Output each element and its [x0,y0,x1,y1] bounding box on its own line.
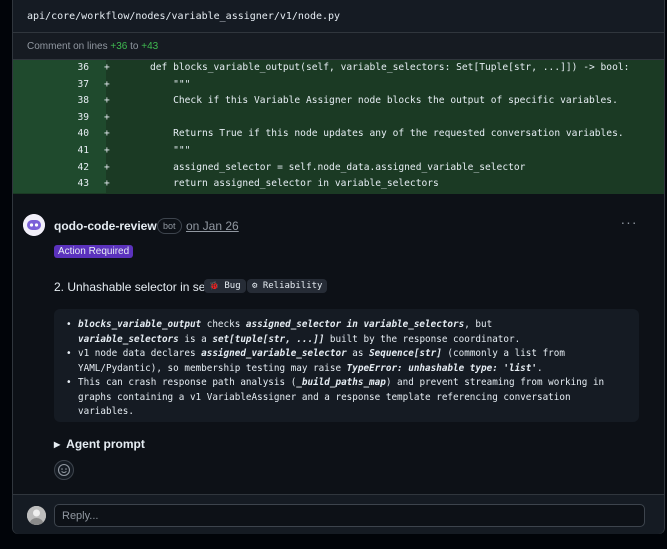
add-reaction-button[interactable] [54,460,74,480]
code-ref: set[tuple[str, ...]] [212,333,325,345]
code-ref: TypeError: unhashable type: 'list' [346,362,537,374]
diff-line: 40 + Returns True if this node updates a… [13,126,664,143]
file-path-link[interactable]: api/core/workflow/nodes/variable_assigne… [27,11,340,22]
comment-date-link[interactable]: on Jan 26 [186,219,239,233]
comment-lines-to: +43 [141,41,159,52]
gear-icon: ⚙ [252,281,258,291]
tag-label: Bug [224,281,241,291]
review-comment: qodo-code-review bot on Jan 26 ··· Actio… [13,194,664,494]
avatar[interactable] [23,214,45,236]
issue-details: blocks_variable_output checks assigned_s… [54,309,639,422]
comment-lines-from: +36 [110,41,128,52]
diff-code: Check if this Variable Assigner node blo… [150,95,618,107]
diff-code: return assigned_selector in variable_sel… [150,178,439,190]
agent-prompt-label: Agent prompt [66,437,145,451]
smiley-icon [57,463,71,477]
diff-line: 41 + """ [13,143,664,160]
reply-input[interactable] [54,504,645,527]
code-ref: _build_paths_map [296,377,386,388]
diff-sign: + [104,128,110,140]
diff-sign: + [104,62,110,73]
line-number[interactable]: 39 [13,109,106,127]
text: is a [178,333,213,345]
tag-label: Reliability [262,281,323,291]
diff-line: 39 + [13,109,664,127]
text: , but [464,319,493,330]
author-link[interactable]: qodo-code-review [54,219,157,233]
comment-lines-header: Comment on lines +36 to +43 [13,33,664,60]
diff-code: assigned_selector = self.node_data.assig… [150,161,526,173]
text: . [536,362,543,374]
file-header: api/core/workflow/nodes/variable_assigne… [13,0,664,33]
bug-icon: 🐞 [209,281,219,290]
diff-line: 38 + Check if this Variable Assigner nod… [13,93,664,110]
bot-badge: bot [157,218,182,234]
reply-area [13,494,664,534]
text: v1 node data declares [78,348,202,359]
diff-code: def blocks_variable_output(self, variabl… [150,62,630,73]
issue-title: 2. Unhashable selector in set [54,280,209,294]
diff-line: 43 + return assigned_selector in variabl… [13,176,664,193]
comment-lines-sep: to [130,41,139,52]
reliability-tag: ⚙ Reliability [247,279,328,293]
action-required-badge: Action Required [54,245,134,258]
diff-sign: + [104,111,110,123]
comment-lines-text: Comment on lines +36 to +43 [27,41,158,52]
diff-line: 36 + def blocks_variable_output(self, va… [13,60,664,77]
text: checks [201,319,246,330]
bug-tag: 🐞 Bug [204,279,246,293]
line-number[interactable]: 38 [13,93,106,110]
code-ref: blocks_variable_output [78,319,202,330]
code-ref: Sequence[str] [369,348,442,359]
kebab-horizontal-icon: ··· [620,214,638,230]
code-ref: variable_selectors [78,333,179,345]
line-number[interactable]: 42 [13,159,106,177]
review-comment-card: api/core/workflow/nodes/variable_assigne… [12,0,665,534]
text: This can crash response path analysis ( [78,377,297,388]
line-number[interactable]: 43 [13,176,106,193]
list-item: v1 node data declares assigned_variable_… [65,347,631,376]
line-number[interactable]: 41 [13,143,106,160]
diff-line: 42 + assigned_selector = self.node_data.… [13,159,664,177]
diff-code: Returns True if this node updates any of… [150,128,624,140]
user-avatar-icon [27,506,46,525]
diff-sign: + [104,95,110,107]
triangle-right-icon: ▶ [54,440,61,449]
diff-code: """ [150,78,191,90]
diff-sign: + [104,78,110,90]
text: built by the response coordinator. [324,333,521,345]
list-item: blocks_variable_output checks assigned_s… [65,318,631,347]
code-ref: assigned_variable_selector [201,348,347,359]
diff-sign: + [104,178,110,190]
more-options-button[interactable]: ··· [619,214,639,232]
code-ref: assigned_selector in variable_selectors [245,319,465,330]
line-number[interactable]: 37 [13,76,106,94]
agent-prompt-toggle[interactable]: ▶ Agent prompt [54,437,145,451]
diff-line: 37 + """ [13,76,664,94]
issue-bullets: blocks_variable_output checks assigned_s… [65,318,631,420]
text: as [346,348,370,359]
diff-hunk: 36 + def blocks_variable_output(self, va… [13,60,664,194]
qodo-logo-icon [23,214,45,236]
diff-sign: + [104,161,110,173]
comment-lines-prefix: Comment on lines [27,41,108,52]
avatar [27,506,46,525]
list-item: This can crash response path analysis (_… [65,376,631,420]
line-number[interactable]: 40 [13,126,106,143]
diff-sign: + [104,145,110,156]
diff-code: """ [150,145,191,156]
line-number[interactable]: 36 [13,60,106,77]
